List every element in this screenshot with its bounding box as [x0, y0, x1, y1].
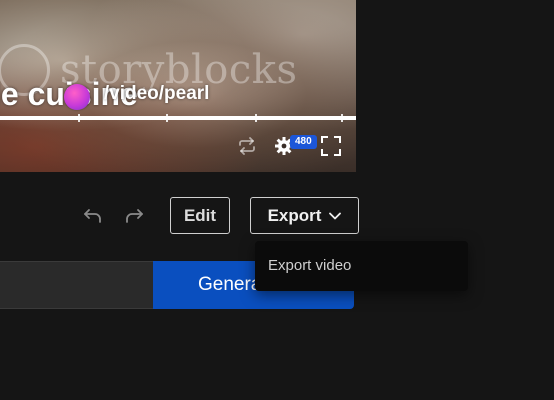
progress-tick — [341, 114, 343, 122]
undo-icon — [84, 209, 101, 223]
video-progress-fill — [0, 116, 356, 120]
export-dropdown-menu: Export video — [255, 241, 468, 291]
loop-icon[interactable] — [236, 134, 258, 158]
pointer-cursor-icon — [64, 84, 90, 110]
export-button-label: Export — [267, 205, 322, 225]
chevron-down-icon — [329, 212, 342, 219]
video-preview[interactable]: storyblocks le cuisine /video/pearl — [0, 0, 356, 172]
video-progress-bar[interactable] — [0, 116, 356, 120]
redo-button[interactable] — [121, 203, 147, 229]
progress-tick — [255, 114, 257, 122]
progress-tick — [78, 114, 80, 122]
quality-badge: 480 — [290, 135, 317, 149]
progress-tick — [166, 114, 168, 122]
undo-button[interactable] — [80, 203, 106, 229]
export-video-menu-item[interactable]: Export video — [268, 257, 351, 274]
fullscreen-icon[interactable] — [319, 134, 343, 158]
caption-url-text: /video/pearl — [103, 83, 210, 104]
video-caption: le cuisine /video/pearl — [0, 74, 209, 114]
prompt-input[interactable] — [0, 261, 153, 309]
redo-icon — [126, 209, 143, 223]
edit-button[interactable]: Edit — [170, 197, 230, 234]
edit-button-label: Edit — [183, 205, 217, 225]
export-button[interactable]: Export — [250, 197, 359, 234]
